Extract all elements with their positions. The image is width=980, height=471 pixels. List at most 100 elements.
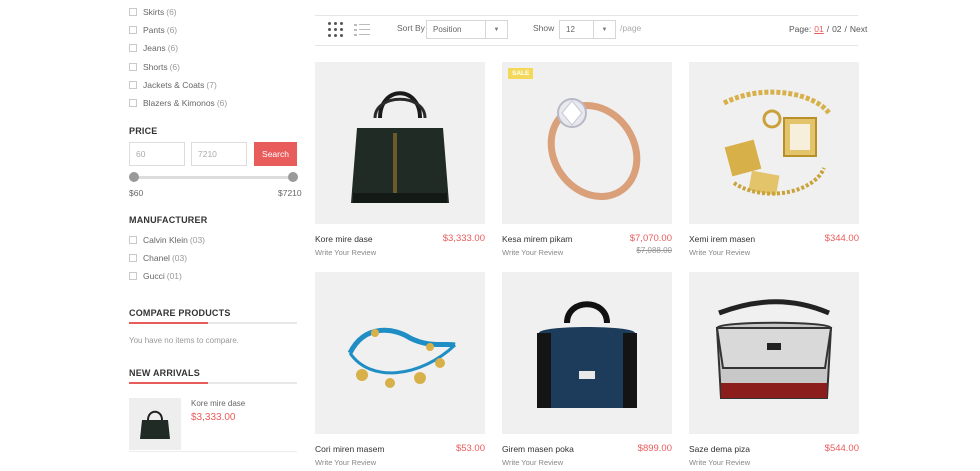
product-image[interactable] (315, 272, 485, 434)
price-search-button[interactable]: Search (254, 142, 297, 166)
checkbox[interactable] (129, 99, 137, 108)
divider (129, 451, 297, 452)
show-count-value: 12 (566, 25, 575, 34)
next-page-link[interactable]: Next (850, 24, 867, 34)
bracelet-icon (347, 327, 457, 388)
manufacturer-item-calvin-klein[interactable]: Calvin Klein (03) (129, 231, 299, 249)
manufacturer-label: Calvin Klein (143, 235, 188, 246)
page-label: Page: (789, 24, 812, 34)
checkbox[interactable] (129, 44, 137, 53)
duffel-bag-icon (537, 301, 637, 408)
product-name[interactable]: Girem masen poka (502, 444, 574, 454)
manufacturer-label: Chanel (143, 253, 170, 264)
product-name[interactable]: Xemi irem masen (689, 234, 755, 244)
new-arrival-thumbnail[interactable] (129, 398, 181, 450)
write-review-link[interactable]: Write Your Review (502, 458, 563, 467)
product-price: $7,070.00 (629, 233, 672, 244)
price-title: PRICE (129, 126, 158, 136)
per-page-label: /page (620, 23, 642, 33)
handbag-icon (140, 410, 170, 439)
category-label: Shorts (143, 61, 168, 72)
product-name[interactable]: Cori miren masem (315, 444, 384, 454)
write-review-link[interactable]: Write Your Review (689, 248, 750, 257)
product-image[interactable] (689, 62, 859, 224)
category-label: Jeans (143, 43, 166, 54)
product-image[interactable] (315, 62, 485, 224)
product-name[interactable]: Kore mire dase (315, 234, 373, 244)
product-price: $899.00 (637, 443, 672, 454)
product-price: $53.00 (455, 443, 485, 454)
product-name[interactable]: Kesa mirem pikam (502, 234, 572, 244)
show-count-select[interactable]: 12 ▼ (559, 20, 616, 39)
chevron-down-icon: ▼ (593, 21, 615, 38)
write-review-link[interactable]: Write Your Review (315, 248, 376, 257)
product-price: $344.00 (824, 233, 859, 244)
show-label: Show (533, 23, 555, 33)
category-count: (6) (169, 61, 180, 72)
category-label: Blazers & Kimonos (143, 98, 215, 109)
handbag-icon (351, 91, 449, 203)
category-filter-list: Skirts (6) Pants (6) Jeans (6) Shorts (6) Ja… (129, 3, 299, 112)
category-item-shorts[interactable]: Shorts (6) (129, 58, 299, 76)
manufacturer-item-gucci[interactable]: Gucci (01) (129, 267, 299, 285)
new-arrival-price: $3,333.00 (191, 412, 236, 423)
product-name[interactable]: Saze dema piza (689, 444, 750, 454)
checkbox[interactable] (129, 254, 137, 263)
sort-by-label: Sort By (397, 23, 425, 33)
pagination: Page: 01 / 02 / Next (789, 24, 867, 34)
page-separator: / (844, 24, 847, 34)
price-max-input[interactable]: 7210 (191, 142, 247, 166)
category-count: (7) (206, 79, 217, 90)
price-slider-track[interactable] (133, 176, 293, 179)
checkbox[interactable] (129, 62, 137, 71)
checkbox[interactable] (129, 236, 137, 245)
category-count: (6) (166, 25, 178, 36)
toolbar-top-border (315, 15, 858, 16)
compare-products-title: COMPARE PRODUCTS (129, 308, 231, 318)
page-separator: / (826, 24, 830, 34)
compare-title-underline (129, 322, 297, 324)
product-price: $3,333.00 (442, 233, 485, 244)
manufacturer-count: (03) (171, 253, 188, 264)
product-image[interactable] (689, 272, 859, 434)
new-arrivals-title: NEW ARRIVALS (129, 368, 200, 378)
new-arrival-name[interactable]: Kore mire dase (191, 399, 245, 408)
chevron-down-icon: ▼ (485, 21, 507, 38)
manufacturer-title: MANUFACTURER (129, 215, 208, 225)
price-min-input[interactable]: 60 (129, 142, 185, 166)
sale-badge: SALE (508, 68, 534, 79)
grid-view-icon[interactable] (328, 22, 343, 37)
price-range-min-label: $60 (129, 188, 144, 198)
category-label: Pants (143, 25, 165, 36)
checkbox[interactable] (129, 26, 137, 35)
category-label: Jackets & Coats (143, 79, 205, 90)
write-review-link[interactable]: Write Your Review (689, 458, 750, 467)
checkbox[interactable] (129, 272, 137, 281)
product-image[interactable]: SALE (502, 62, 672, 224)
category-item-jackets[interactable]: Jackets & Coats (7) (129, 76, 299, 94)
list-view-icon[interactable] (354, 22, 370, 37)
product-image[interactable] (502, 272, 672, 434)
page-link-2[interactable]: 02 (832, 24, 841, 34)
category-item-blazers[interactable]: Blazers & Kimonos (6) (129, 94, 299, 112)
checkbox[interactable] (129, 80, 137, 89)
category-label: Skirts (143, 7, 165, 18)
checkbox[interactable] (129, 8, 137, 17)
price-range-max-label: $7210 (278, 188, 302, 198)
watch-jewelry-icon (722, 89, 831, 196)
category-item-skirts[interactable]: Skirts (6) (129, 3, 299, 21)
sort-by-select[interactable]: Position ▼ (426, 20, 508, 39)
price-slider-max-handle[interactable] (288, 172, 298, 182)
new-arrivals-title-underline (129, 382, 297, 384)
category-count: (6) (216, 98, 228, 109)
category-item-jeans[interactable]: Jeans (6) (129, 39, 299, 57)
price-slider-min-handle[interactable] (129, 172, 139, 182)
manufacturer-count: (03) (189, 235, 206, 246)
ring-icon (547, 98, 641, 201)
write-review-link[interactable]: Write Your Review (502, 248, 563, 257)
manufacturer-count: (01) (166, 271, 182, 282)
write-review-link[interactable]: Write Your Review (315, 458, 376, 467)
current-page-link[interactable]: 01 (814, 24, 823, 34)
category-item-pants[interactable]: Pants (6) (129, 21, 299, 39)
manufacturer-item-chanel[interactable]: Chanel (03) (129, 249, 299, 267)
